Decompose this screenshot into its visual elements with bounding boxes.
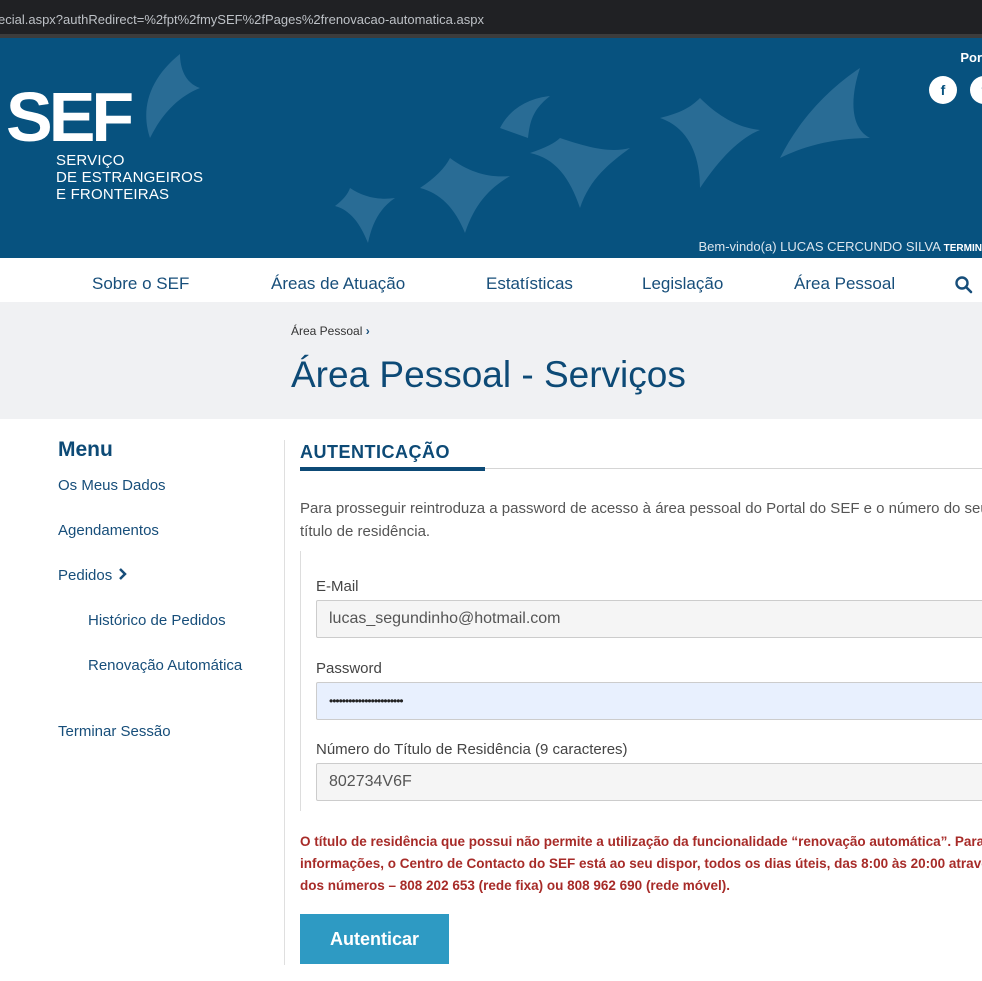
page-title: Área Pessoal - Serviços <box>291 354 686 395</box>
section-underline <box>300 467 485 471</box>
menu-heading: Menu <box>58 438 113 461</box>
menu-item-renovacao[interactable]: Renovação Automática <box>88 657 242 674</box>
intro-text: Para prosseguir reintroduza a password d… <box>300 500 982 540</box>
section-title: AUTENTICAÇÃO <box>300 442 450 462</box>
sef-logo[interactable]: SEF SERVIÇO DE ESTRANGEIROS E FRONTEIRAS <box>6 82 203 203</box>
side-menu: Menu <box>58 438 113 462</box>
error-message: O título de residência que possui não pe… <box>300 834 982 893</box>
menu-item-pedidos-label: Pedidos <box>58 567 113 584</box>
menu-item-meus-dados[interactable]: Os Meus Dados <box>58 477 166 494</box>
chevron-right-icon: › <box>365 324 370 338</box>
site-header: SEF SERVIÇO DE ESTRANGEIROS E FRONTEIRAS… <box>0 38 982 258</box>
menu-item-agendamentos[interactable]: Agendamentos <box>58 522 159 539</box>
menu-item-pedidos[interactable]: Pedidos <box>58 567 128 584</box>
residence-number-field[interactable]: 802734V6F <box>316 763 982 801</box>
welcome-message: Bem-vindo(a) LUCAS CERCUNDO SILVA TERMIN <box>699 239 982 254</box>
logo-mark: SEF <box>6 78 134 156</box>
welcome-text: Bem-vindo(a) LUCAS CERCUNDO SILVA <box>698 239 941 254</box>
chevron-right-icon <box>119 568 128 580</box>
email-field[interactable]: lucas_segundinho@hotmail.com <box>316 600 982 638</box>
breadcrumb-item[interactable]: Área Pessoal <box>291 324 362 338</box>
sidebar-divider <box>284 440 285 965</box>
email-value: lucas_segundinho@hotmail.com <box>329 610 561 627</box>
logo-subtitle-line-2: DE ESTRANGEIROS <box>56 169 204 186</box>
password-label: Password <box>316 660 382 677</box>
menu-item-terminar-sessao[interactable]: Terminar Sessão <box>58 723 171 740</box>
language-selector[interactable]: Por <box>960 50 982 65</box>
main-navigation: Sobre o SEF Áreas de Atuação Estatística… <box>0 258 982 302</box>
residence-value: 802734V6F <box>329 773 412 790</box>
browser-url-bar[interactable]: ecial.aspx?authRedirect=%2fpt%2fmySEF%2f… <box>0 0 982 38</box>
authenticate-button[interactable]: Autenticar <box>300 914 449 964</box>
password-field[interactable]: ••••••••••••••••••••••• <box>316 682 982 720</box>
url-text[interactable]: ecial.aspx?authRedirect=%2fpt%2fmySEF%2f… <box>0 12 484 27</box>
logout-link[interactable]: TERMIN <box>944 243 982 254</box>
nav-item-areas[interactable]: Áreas de Atuação <box>271 274 405 294</box>
residence-label: Número do Título de Residência (9 caract… <box>316 741 628 758</box>
email-label: E-Mail <box>316 578 359 595</box>
nav-item-legislacao[interactable]: Legislação <box>642 274 723 294</box>
logo-subtitle-line-3: E FRONTEIRAS <box>56 186 170 203</box>
menu-item-historico[interactable]: Histórico de Pedidos <box>88 612 226 629</box>
nav-item-sobre[interactable]: Sobre o SEF <box>92 274 189 294</box>
page-header-band: Área Pessoal › Área Pessoal - Serviços <box>0 302 982 419</box>
search-icon[interactable] <box>955 276 973 294</box>
password-value: ••••••••••••••••••••••• <box>329 694 404 708</box>
nav-item-area-pessoal[interactable]: Área Pessoal <box>794 274 895 294</box>
breadcrumb[interactable]: Área Pessoal › <box>291 324 370 338</box>
nav-item-estatisticas[interactable]: Estatísticas <box>486 274 573 294</box>
logo-subtitle: SERVIÇO DE ESTRANGEIROS E FRONTEIRAS <box>56 152 203 203</box>
facebook-icon[interactable]: f <box>929 76 957 104</box>
